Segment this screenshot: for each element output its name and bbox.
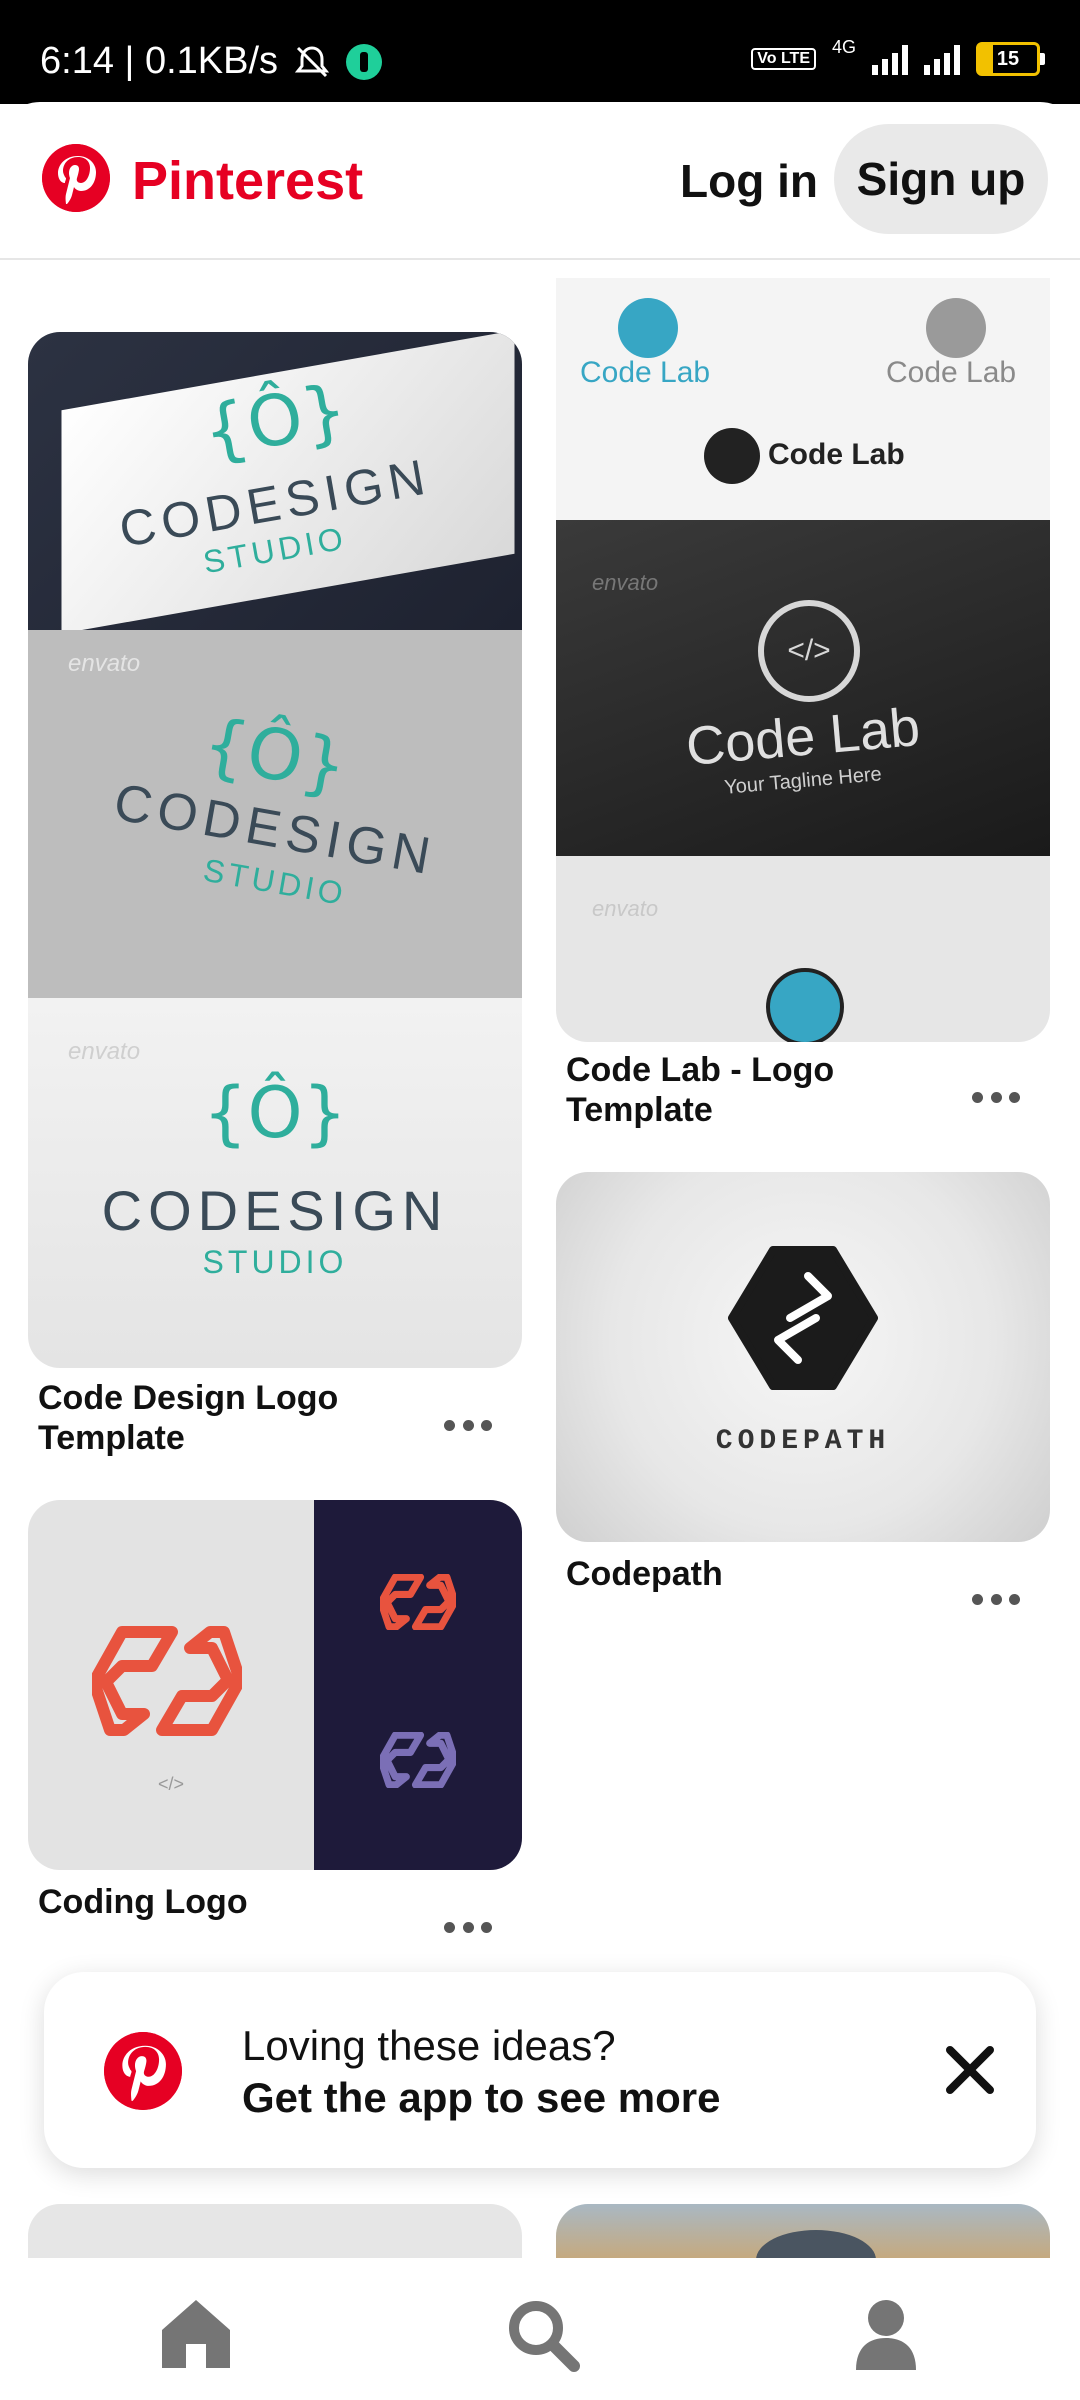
- get-app-banner[interactable]: Loving these ideas? Get the app to see m…: [44, 1972, 1036, 2168]
- mouse-logo-icon: {Ô}: [202, 1072, 348, 1154]
- codesign-panel-dark: {Ô} CODESIGN STUDIO: [28, 332, 522, 634]
- codesign-panel-white: {Ô} CODESIGN STUDIO envato: [28, 998, 522, 1368]
- more-options-icon[interactable]: [972, 1090, 1020, 1104]
- watermark: envato: [68, 1038, 141, 1065]
- logo-word: Code Lab: [768, 438, 905, 471]
- flask-logo-icon: [766, 968, 844, 1042]
- watermark: envato: [592, 896, 659, 921]
- signup-button[interactable]: Sign up: [834, 124, 1048, 234]
- coding-logo-purple-icon: [380, 1732, 456, 1788]
- brand-name[interactable]: Pinterest: [132, 150, 363, 212]
- signal-1-icon: [872, 43, 908, 75]
- banner-line-2: Get the app to see more: [242, 2074, 721, 2121]
- pin-image-codelab[interactable]: Code Lab Code Lab Code Lab </> Code Lab …: [556, 278, 1050, 1042]
- codelab-panel-top: Code Lab Code Lab Code Lab: [556, 278, 1050, 520]
- logo-word: Code Lab: [580, 356, 711, 389]
- bottom-nav: [0, 2258, 1080, 2400]
- watermark: envato: [592, 570, 659, 595]
- pin-title[interactable]: Code Design Logo Template: [38, 1378, 378, 1458]
- logo-word: CODEPATH: [715, 1426, 891, 1457]
- coding-logo-red-icon: [380, 1574, 456, 1630]
- pin-image-coding-logo[interactable]: </>: [28, 1500, 522, 1870]
- pin-title[interactable]: Coding Logo: [38, 1882, 378, 1922]
- logo-word: CODESIGN: [101, 1179, 449, 1242]
- navy-panel: [314, 1500, 522, 1870]
- flask-logo-icon: </>: [758, 600, 860, 702]
- status-left: 6:14 | 0.1KB/s: [40, 40, 383, 83]
- status-bar: 6:14 | 0.1KB/s Vo LTE 4G 15: [0, 0, 1080, 104]
- close-icon[interactable]: [942, 2042, 998, 2098]
- network-label: 4G: [831, 36, 856, 57]
- time-speed: 6:14 | 0.1KB/s: [40, 40, 279, 82]
- battery-icon: 15: [976, 42, 1045, 76]
- pin-image-partial-left[interactable]: [28, 2204, 522, 2264]
- pinterest-logo-icon[interactable]: [42, 144, 110, 212]
- codelab-panel-bottom: envato: [556, 856, 1050, 1042]
- logo-word: Code Lab: [886, 356, 1017, 389]
- top-header: Pinterest Log in Sign up: [0, 102, 1080, 260]
- codesign-panel-linen: {Ô} CODESIGN STUDIO envato: [28, 630, 522, 998]
- pin-title[interactable]: Code Lab - Logo Template: [566, 1050, 886, 1130]
- status-right: Vo LTE 4G 15: [751, 37, 1045, 76]
- signal-2-icon: [924, 43, 960, 75]
- home-icon[interactable]: [156, 2294, 236, 2374]
- codelab-panel-dark: </> Code Lab Your Tagline Here envato: [556, 520, 1050, 856]
- pin-image-codepath[interactable]: CODEPATH: [556, 1172, 1050, 1542]
- profile-icon[interactable]: [846, 2294, 926, 2374]
- mute-bell-icon: [294, 45, 330, 77]
- watermark: envato: [68, 650, 141, 677]
- logo-sub: STUDIO: [202, 1244, 348, 1280]
- pin-title[interactable]: Codepath: [566, 1554, 886, 1594]
- search-icon[interactable]: [502, 2294, 582, 2374]
- login-button[interactable]: Log in: [680, 154, 818, 208]
- banner-line-1: Loving these ideas?: [242, 2022, 616, 2069]
- app-notification-icon: [346, 43, 383, 80]
- pinterest-logo-icon: [104, 2032, 182, 2110]
- pin-image-partial-right[interactable]: [556, 2204, 1050, 2264]
- pin-image-codesign[interactable]: {Ô} CODESIGN STUDIO {Ô} CODESIGN STUDIO …: [28, 332, 522, 1368]
- volte-badge: Vo LTE: [751, 48, 816, 70]
- more-options-icon[interactable]: [444, 1920, 492, 1934]
- more-options-icon[interactable]: [972, 1592, 1020, 1606]
- code-caption: </>: [157, 1774, 185, 1794]
- codepath-logo-icon: [728, 1246, 878, 1390]
- coding-logo-icon: [92, 1626, 242, 1736]
- more-options-icon[interactable]: [444, 1418, 492, 1432]
